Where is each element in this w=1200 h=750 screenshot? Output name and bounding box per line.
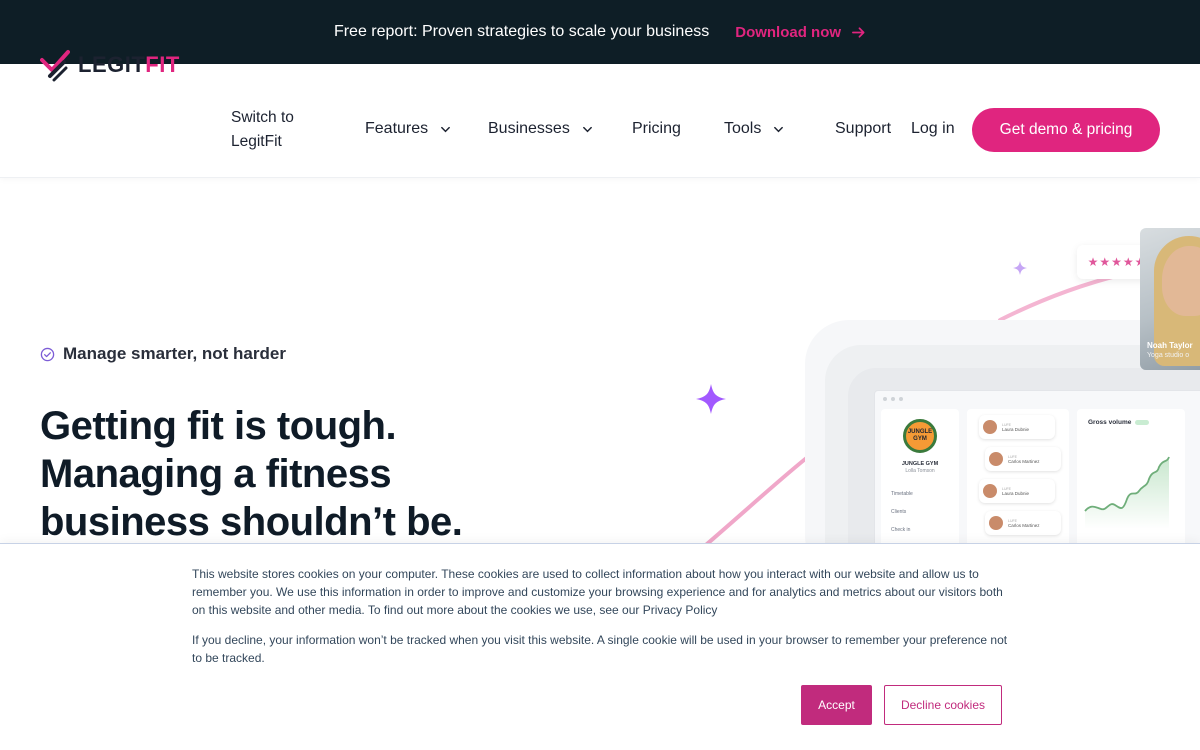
gross-volume-tag <box>1135 420 1150 425</box>
hero-eyebrow: Manage smarter, not harder <box>40 344 286 364</box>
gym-name: JUNGLE GYM <box>901 461 939 467</box>
nav-businesses[interactable]: Businesses <box>488 120 593 138</box>
avatar <box>989 452 1003 466</box>
testimonial-sub: Yoga studio o <box>1147 352 1190 359</box>
headline-line-1: Getting fit is tough. <box>40 404 397 448</box>
nav-tools[interactable]: Tools <box>724 120 784 138</box>
chevron-down-icon <box>582 126 592 132</box>
nav-businesses-label: Businesses <box>488 120 570 137</box>
promo-banner: Free report: Proven strategies to scale … <box>0 0 1200 64</box>
sparkle-icon <box>696 384 726 414</box>
gym-menu-item: Check in <box>891 527 911 533</box>
client-card: LUFE Carlos Martinez <box>985 447 1061 471</box>
nav-support[interactable]: Support <box>835 120 891 138</box>
avatar <box>983 420 997 434</box>
logo-check-icon <box>40 48 70 82</box>
download-now-link[interactable]: Download now <box>735 24 866 41</box>
gym-logo: JUNGLE GYM <box>903 419 937 453</box>
photo-face <box>1162 246 1200 316</box>
gym-card: JUNGLE GYM JUNGLE GYM Lolla Tomson Timet… <box>881 409 959 550</box>
hero-eyebrow-text: Manage smarter, not harder <box>63 344 286 363</box>
logo[interactable]: LEGITFIT <box>40 48 180 82</box>
download-now-label: Download now <box>735 23 842 41</box>
nav-login[interactable]: Log in <box>911 120 955 138</box>
get-demo-button[interactable]: Get demo & pricing <box>972 108 1160 152</box>
client-card: LUFE Laura Dubnie <box>979 415 1055 439</box>
gym-owner: Lolla Tomson <box>905 468 935 474</box>
gross-volume-sparkline <box>1084 456 1170 529</box>
check-circle-icon <box>40 347 55 361</box>
nav-tools-label: Tools <box>724 120 762 137</box>
client-name: Carlos Martinez <box>1008 522 1040 528</box>
hero-headline: Getting fit is tough. Managing a fitness… <box>40 402 600 546</box>
client-name: Laura Dubnie <box>1002 490 1030 496</box>
gym-menu-item: Clients <box>891 509 907 515</box>
gym-menu-item: Timetable <box>891 491 913 497</box>
cookie-banner: This website stores cookies on your comp… <box>0 543 1200 750</box>
headline-line-2: Managing a fitness <box>40 452 392 496</box>
app-screen: JUNGLE GYM JUNGLE GYM Lolla Tomson Timet… <box>874 390 1200 550</box>
accept-cookies-button[interactable]: Accept <box>801 685 872 725</box>
client-name: Carlos Martinez <box>1008 458 1040 464</box>
window-dots <box>883 397 903 401</box>
client-card: LUFE Laura Dubnie <box>979 479 1055 503</box>
switch-to-legitfit-link[interactable]: Switch to LegitFit <box>231 106 321 154</box>
decline-cookies-button[interactable]: Decline cookies <box>884 685 1002 725</box>
avatar <box>983 484 997 498</box>
logo-word-legit: LEGIT <box>78 52 146 77</box>
hero-illustration: JUNGLE GYM JUNGLE GYM Lolla Tomson Timet… <box>660 220 1200 550</box>
clients-list: LUFE Laura Dubnie LUFE Carlos Martinez LUF… <box>967 409 1069 550</box>
logo-wordmark: LEGITFIT <box>78 52 180 78</box>
gross-volume-card: Gross volume <box>1077 409 1185 550</box>
gross-volume-title: Gross volume <box>1088 419 1150 426</box>
nav-pricing[interactable]: Pricing <box>632 120 681 138</box>
nav-features[interactable]: Features <box>365 120 451 138</box>
logo-word-fit: FIT <box>145 52 180 77</box>
client-name: Laura Dubnie <box>1002 426 1030 432</box>
sparkle-small-icon <box>1012 260 1028 276</box>
headline-line-3: business shouldn’t be. <box>40 500 463 544</box>
gross-volume-label: Gross volume <box>1088 419 1132 426</box>
nav-features-label: Features <box>365 120 429 137</box>
cookie-text-1: This website stores cookies on your comp… <box>192 567 1003 617</box>
chevron-down-icon <box>441 126 451 132</box>
avatar <box>989 516 1003 530</box>
testimonial-photo: Noah Taylor Yoga studio o <box>1140 228 1200 370</box>
testimonial-name: Noah Taylor <box>1147 341 1193 350</box>
promo-text: Free report: Proven strategies to scale … <box>333 23 710 40</box>
arrow-right-icon <box>852 26 865 38</box>
cookie-text-2: If you decline, your information won’t b… <box>192 633 1008 665</box>
client-card: LUFE Carlos Martinez <box>985 511 1061 535</box>
chevron-down-icon <box>774 126 784 132</box>
